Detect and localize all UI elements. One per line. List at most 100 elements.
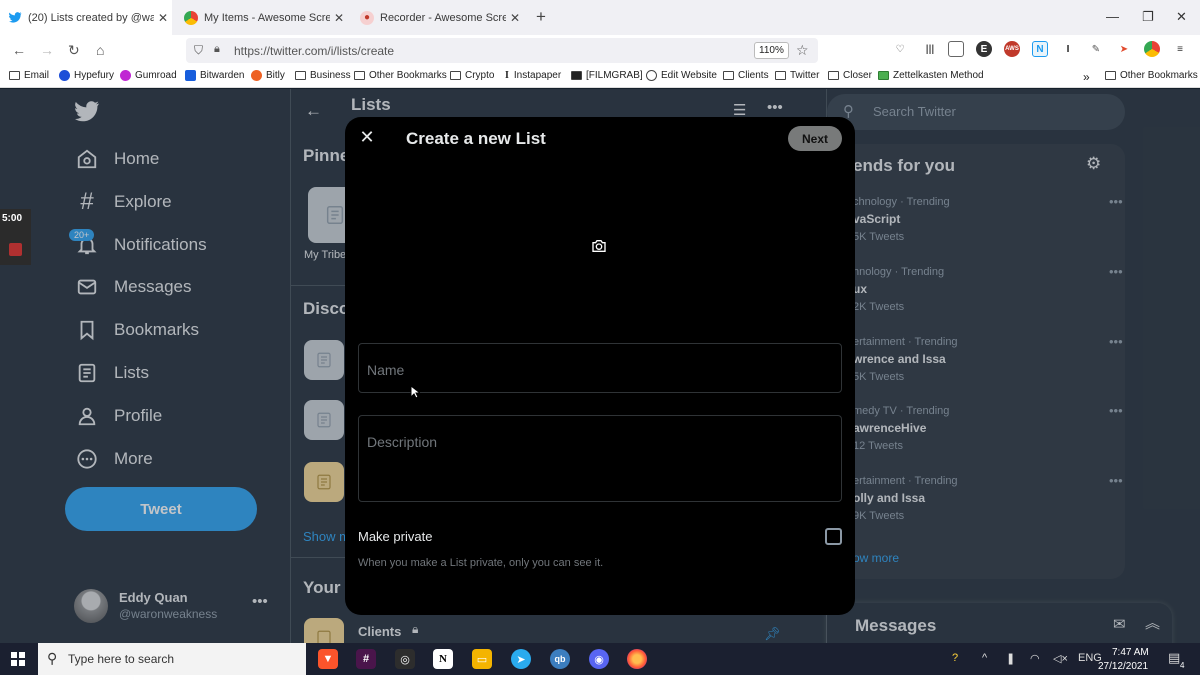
bitly-icon	[251, 70, 262, 81]
name-placeholder: Name	[367, 362, 405, 378]
bookmark-instapaper[interactable]: I Instapaper	[505, 70, 561, 81]
list-name-field[interactable]: Name	[358, 343, 842, 393]
help-icon[interactable]: ?	[952, 652, 958, 664]
gumroad-icon	[120, 70, 131, 81]
modal-title: Create a new List	[406, 129, 546, 148]
app-icon[interactable]: ◎	[395, 649, 415, 669]
extension-arrow-icon[interactable]: ➤	[1116, 41, 1132, 57]
chevron-up-icon[interactable]: ^	[982, 652, 987, 664]
qbittorrent-icon[interactable]: qb	[550, 649, 570, 669]
extension-instapaper-icon[interactable]: I	[1060, 41, 1076, 57]
notion-icon[interactable]: N	[433, 649, 453, 669]
create-list-modal: ✕ Create a new List Next Name Descriptio…	[345, 117, 855, 615]
hypefury-icon	[59, 70, 70, 81]
url-text[interactable]: https://twitter.com/i/lists/create	[234, 44, 394, 58]
reload-icon[interactable]: ↻	[68, 42, 80, 59]
sidebar-icon[interactable]	[948, 41, 964, 57]
windows-taskbar: ⚲ Type here to search ▼ # ◎ N ▭ ➤ qb ◉ ?…	[0, 643, 1200, 675]
stop-recording-button[interactable]	[9, 243, 22, 256]
instapaper-icon: I	[505, 70, 509, 81]
list-description-field[interactable]: Description	[358, 415, 842, 502]
bookmark-edit-website[interactable]: Edit Website	[646, 70, 717, 81]
mouse-cursor-icon	[410, 385, 420, 399]
new-tab-button[interactable]: +	[536, 7, 546, 27]
address-bar[interactable]: ⛉ 🔒︎ https://twitter.com/i/lists/create …	[186, 38, 818, 63]
notification-center-icon[interactable]: ▤	[1168, 650, 1180, 666]
bookmark-hypefury[interactable]: Hypefury	[59, 70, 114, 81]
bookmark-email[interactable]: Email	[9, 70, 49, 81]
next-button[interactable]: Next	[788, 126, 842, 151]
forward-arrow-icon[interactable]: →	[40, 42, 54, 58]
description-placeholder: Description	[367, 434, 438, 450]
bookmark-zettelkasten[interactable]: Zettelkasten Method	[878, 70, 984, 81]
search-icon: ⚲	[47, 650, 58, 666]
bookmark-other-bookmarks[interactable]: Other Bookmarks	[354, 70, 447, 81]
telegram-icon[interactable]: ➤	[511, 649, 531, 669]
bookmarks-bar: Email Hypefury Gumroad Bitwarden Bitly B…	[0, 66, 1200, 88]
bookmark-bitly[interactable]: Bitly	[251, 70, 285, 81]
bookmark-closer[interactable]: Closer	[828, 70, 872, 81]
discord-icon[interactable]: ◉	[589, 649, 609, 669]
extension-aws-icon[interactable]: AWS	[1004, 41, 1020, 57]
bookmarks-overflow-icon[interactable]: »	[1083, 70, 1090, 84]
lock-icon[interactable]: 🔒︎	[214, 43, 220, 56]
folder-icon	[775, 71, 786, 80]
pocket-icon[interactable]: ♡	[892, 41, 908, 57]
taskbar-date[interactable]: 27/12/2021	[1098, 661, 1148, 672]
globe-icon	[646, 70, 657, 81]
network-icon[interactable]: ◠	[1030, 652, 1040, 665]
speaker-muted-icon[interactable]: ◁×	[1053, 652, 1068, 665]
bookmark-filmgrab[interactable]: [FILMGRAB]	[571, 70, 643, 81]
close-icon[interactable]: ✕	[357, 127, 377, 147]
bookmark-business[interactable]: Business	[295, 70, 351, 81]
bookmark-twitter[interactable]: Twitter	[775, 70, 819, 81]
filmgrab-icon	[571, 71, 582, 80]
camera-icon[interactable]	[591, 239, 607, 253]
close-tab-icon[interactable]: ✕	[154, 11, 172, 25]
firefox-icon[interactable]	[627, 649, 647, 669]
browser-tab-strip: (20) Lists created by @waronwe ✕ My Item…	[0, 0, 1200, 35]
microphone-icon[interactable]: ❚	[1006, 652, 1015, 665]
bookmark-other-bookmarks-right[interactable]: Other Bookmarks	[1105, 70, 1198, 81]
zoom-level-badge[interactable]: 110%	[754, 42, 789, 59]
browser-tab-recorder[interactable]: ● Recorder - Awesome Screensho ✕	[352, 0, 524, 35]
restore-window-icon[interactable]: ❐	[1142, 9, 1154, 25]
home-icon[interactable]: ⌂	[96, 42, 104, 58]
close-tab-icon[interactable]: ✕	[506, 11, 524, 25]
make-private-label: Make private	[358, 529, 433, 544]
bookmark-star-icon[interactable]: ☆	[796, 42, 809, 59]
menu-icon[interactable]: ≡	[1172, 41, 1188, 57]
slack-icon[interactable]: #	[356, 649, 376, 669]
bookmark-clients[interactable]: Clients	[723, 70, 769, 81]
bookmark-gumroad[interactable]: Gumroad	[120, 70, 177, 81]
folder-icon	[295, 71, 306, 80]
awesome-screenshot-icon[interactable]	[1144, 41, 1160, 57]
browser-tab-twitter[interactable]: (20) Lists created by @waronwe ✕	[0, 0, 172, 35]
bookmark-bitwarden[interactable]: Bitwarden	[185, 70, 244, 81]
recorder-widget: 5:00	[0, 209, 31, 265]
brave-icon[interactable]: ▼	[318, 649, 338, 669]
tab-title: Recorder - Awesome Screensho	[380, 11, 506, 24]
make-private-checkbox[interactable]	[825, 528, 842, 545]
close-tab-icon[interactable]: ✕	[330, 11, 348, 25]
minimize-window-icon[interactable]: —	[1106, 9, 1119, 24]
windows-start-icon[interactable]	[11, 652, 25, 666]
bookmark-crypto[interactable]: Crypto	[450, 70, 494, 81]
extension-e-icon[interactable]: E	[976, 41, 992, 57]
library-icon[interactable]: |||	[922, 41, 938, 57]
awesome-screenshot-icon	[184, 10, 198, 25]
eyedropper-icon[interactable]: ✎	[1088, 41, 1104, 57]
browser-tab-awesome-items[interactable]: My Items - Awesome Screensho ✕	[176, 0, 348, 35]
extension-n-icon[interactable]: N	[1032, 41, 1048, 57]
shield-icon[interactable]: ⛉	[194, 43, 203, 58]
tab-title: My Items - Awesome Screensho	[204, 11, 330, 24]
folder-icon	[723, 71, 734, 80]
browser-toolbar: ← → ↻ ⌂ ⛉ 🔒︎ https://twitter.com/i/lists…	[0, 35, 1200, 66]
taskbar-search-input[interactable]: ⚲ Type here to search	[38, 643, 306, 675]
back-arrow-icon[interactable]: ←	[12, 42, 26, 58]
taskbar-time[interactable]: 7:47 AM	[1112, 647, 1149, 658]
file-explorer-icon[interactable]: ▭	[472, 649, 492, 669]
zettelkasten-icon	[878, 71, 889, 80]
folder-icon	[1105, 71, 1116, 80]
close-window-icon[interactable]: ✕	[1176, 9, 1187, 25]
